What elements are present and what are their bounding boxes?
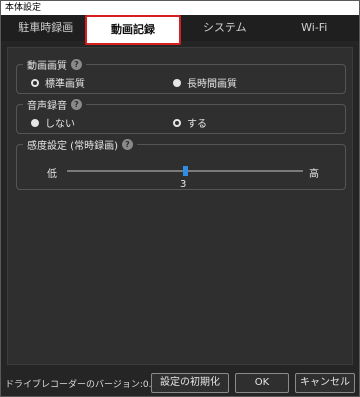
help-icon[interactable]: ? bbox=[71, 99, 82, 110]
sensitivity-title: 感度設定 (常時録画) bbox=[27, 141, 118, 152]
tab-wifi[interactable]: Wi-Fi bbox=[270, 15, 360, 41]
audio-recording-group: 音声録音 ? しない する bbox=[16, 97, 346, 134]
sensitivity-group: 感度設定 (常時録画) ? 低 高 3 bbox=[16, 137, 346, 190]
radio-label: しない bbox=[45, 119, 75, 130]
window-title: 本体設定 bbox=[1, 1, 359, 15]
settings-window: 本体設定 駐車時録画 システム Wi-Fi 動画記録 動画画質 ? 標準画質 長… bbox=[0, 0, 360, 397]
radio-label: 長時間画質 bbox=[187, 79, 237, 90]
radio-unselected-icon bbox=[31, 118, 39, 127]
firmware-version: ドライブレコーダーのバージョン:0.28 bbox=[5, 380, 163, 390]
cancel-button[interactable]: キャンセル bbox=[295, 373, 355, 393]
dialog-footer: ドライブレコーダーのバージョン:0.28 設定の初期化 OK キャンセル bbox=[1, 371, 359, 397]
video-quality-title: 動画画質 bbox=[27, 61, 67, 72]
radio-audio-off[interactable]: しない bbox=[31, 115, 75, 130]
radio-audio-on[interactable]: する bbox=[173, 115, 207, 130]
sensitivity-value: 3 bbox=[180, 179, 187, 190]
video-quality-group: 動画画質 ? 標準画質 長時間画質 bbox=[16, 57, 346, 94]
tab-content-panel: 動画画質 ? 標準画質 長時間画質 音声録音 ? しない する 感度設定 (常時… bbox=[7, 47, 353, 365]
sensitivity-high-label: 高 bbox=[309, 169, 319, 180]
help-icon[interactable]: ? bbox=[71, 59, 82, 70]
help-icon[interactable]: ? bbox=[121, 139, 133, 150]
sensitivity-slider-thumb[interactable] bbox=[183, 166, 188, 176]
radio-unselected-icon bbox=[173, 78, 181, 87]
audio-recording-title: 音声録音 bbox=[27, 101, 67, 112]
reset-settings-button[interactable]: 設定の初期化 bbox=[151, 373, 229, 393]
tab-video-recording[interactable]: 動画記録 bbox=[85, 15, 181, 45]
ok-button[interactable]: OK bbox=[235, 373, 289, 393]
audio-recording-title-wrap: 音声録音 ? bbox=[23, 97, 86, 112]
radio-long-quality[interactable]: 長時間画質 bbox=[173, 75, 237, 90]
tab-system[interactable]: システム bbox=[180, 15, 270, 41]
sensitivity-title-wrap: 感度設定 (常時録画) ? bbox=[23, 137, 137, 152]
radio-standard-quality[interactable]: 標準画質 bbox=[31, 75, 85, 90]
video-quality-title-wrap: 動画画質 ? bbox=[23, 57, 86, 72]
tab-parking-recording[interactable]: 駐車時録画 bbox=[1, 15, 91, 41]
radio-selected-icon bbox=[173, 118, 181, 127]
radio-label: 標準画質 bbox=[45, 79, 85, 90]
radio-label: する bbox=[187, 119, 207, 130]
sensitivity-low-label: 低 bbox=[47, 169, 57, 180]
radio-selected-icon bbox=[31, 78, 39, 87]
